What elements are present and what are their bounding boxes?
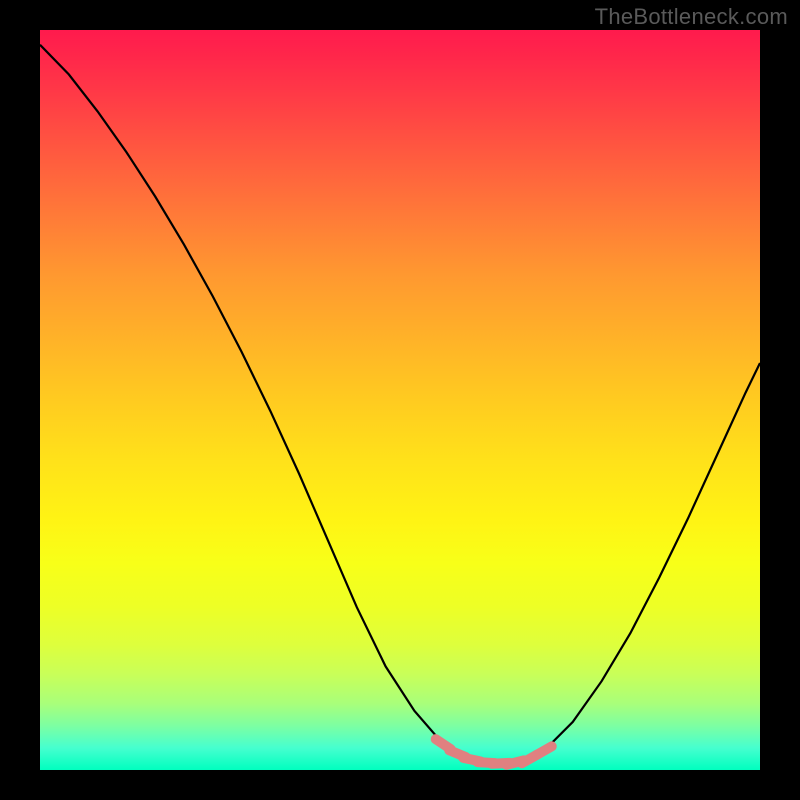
highlight-dots xyxy=(436,739,552,765)
chart-svg xyxy=(40,30,760,770)
watermark-text: TheBottleneck.com xyxy=(595,4,788,30)
main-curve xyxy=(40,45,760,764)
chart-frame: TheBottleneck.com xyxy=(0,0,800,800)
highlight-dot xyxy=(536,746,552,755)
curve-line xyxy=(40,45,760,764)
plot-area xyxy=(40,30,760,770)
